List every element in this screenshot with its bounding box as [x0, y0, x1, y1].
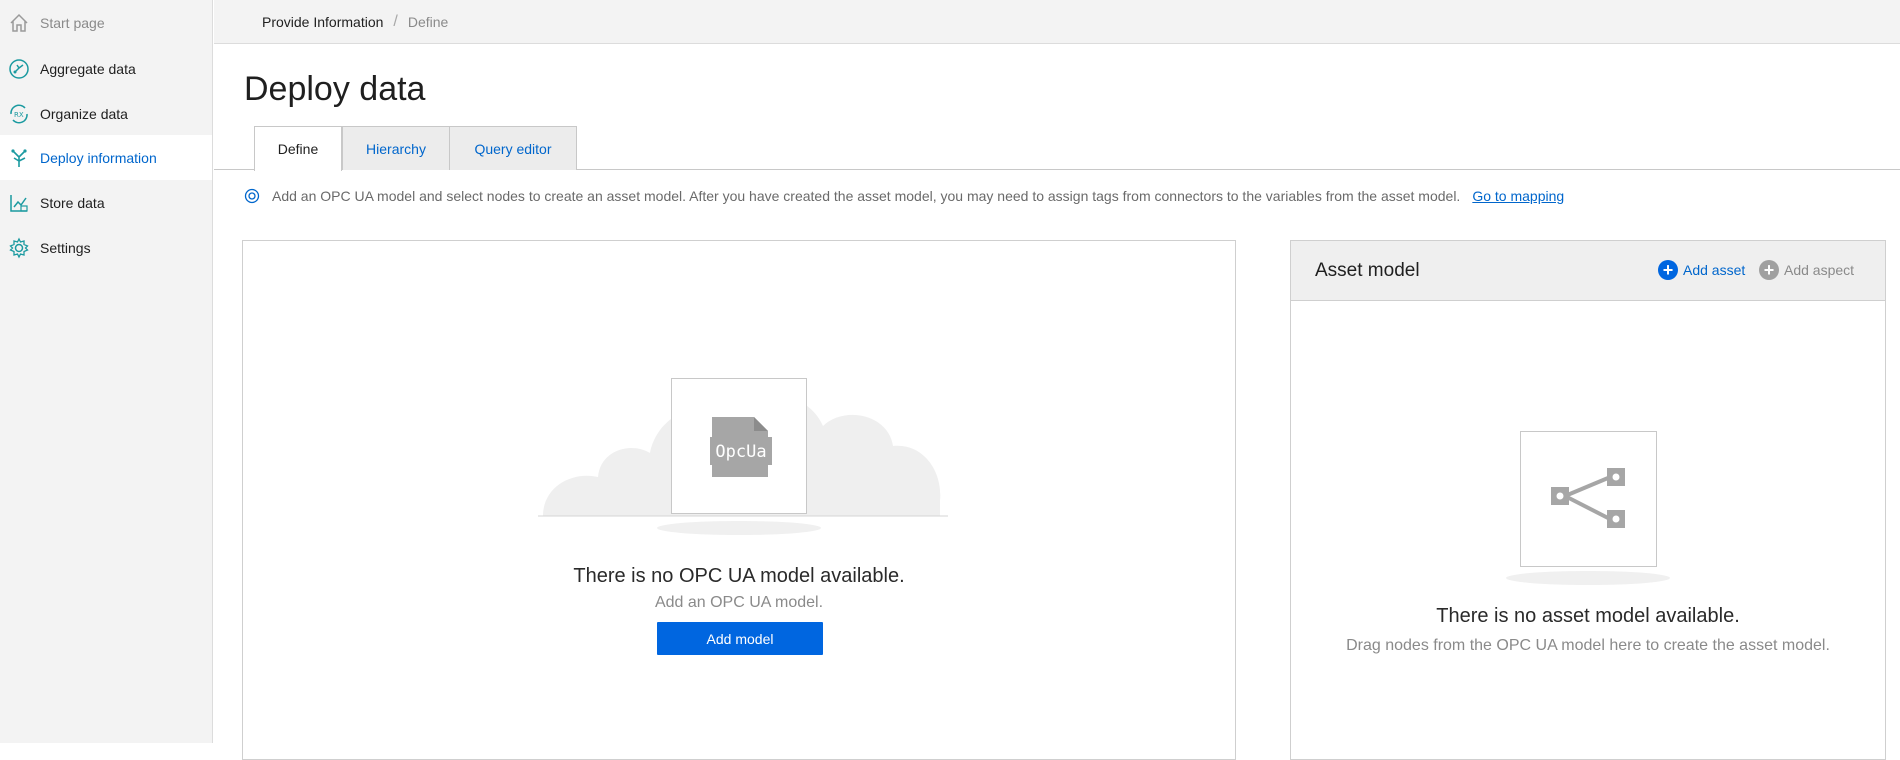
go-to-mapping-link[interactable]: Go to mapping: [1472, 188, 1564, 204]
sidebar-item-label: Deploy information: [40, 149, 157, 166]
opcua-icon-label: OpcUa: [715, 442, 766, 462]
sidebar-item-label: Settings: [40, 239, 91, 256]
info-message: Add an OPC UA model and select nodes to …: [244, 188, 1564, 204]
sidebar: Start page Aggregate data RX Organize da…: [0, 0, 213, 743]
add-aspect-label: Add aspect: [1784, 262, 1855, 278]
aggregate-data-icon: [7, 57, 31, 81]
add-asset-label: Add asset: [1683, 262, 1746, 278]
svg-text:RX: RX: [14, 111, 24, 119]
sidebar-item-settings[interactable]: Settings: [0, 225, 212, 270]
breadcrumb-separator: /: [393, 12, 398, 30]
breadcrumb-current: Define: [407, 13, 449, 30]
hierarchy-nodes-icon: [1551, 468, 1625, 528]
opc-ua-placeholder-image: OpcUa: [671, 378, 807, 514]
image-shadow: [1506, 571, 1670, 585]
plus-icon: +: [1759, 260, 1779, 280]
sidebar-item-organize-data[interactable]: RX Organize data: [0, 91, 212, 136]
empty-state-subtitle: Add an OPC UA model.: [654, 594, 824, 611]
opc-ua-model-panel: OpcUa There is no OPC UA model available…: [242, 240, 1236, 760]
organize-data-icon: RX: [7, 102, 31, 126]
sidebar-item-aggregate-data[interactable]: Aggregate data: [0, 46, 212, 91]
page-title: Deploy data: [244, 70, 426, 108]
empty-state-title: There is no OPC UA model available.: [573, 565, 905, 587]
empty-state-subtitle: Drag nodes from the OPC UA model here to…: [1346, 637, 1830, 654]
sidebar-item-label: Start page: [40, 14, 105, 31]
plus-icon: +: [1658, 260, 1678, 280]
empty-state-title: There is no asset model available.: [1436, 605, 1740, 627]
sidebar-item-deploy-information[interactable]: Deploy information: [0, 135, 212, 180]
asset-model-title: Asset model: [1315, 259, 1420, 281]
sidebar-item-label: Aggregate data: [40, 60, 136, 77]
add-aspect-button[interactable]: + Add aspect: [1759, 260, 1854, 280]
tab-define[interactable]: Define: [254, 126, 342, 171]
opcua-file-icon: OpcUa: [710, 417, 772, 477]
info-icon: [244, 188, 260, 204]
asset-model-header: Asset model + Add asset + Add aspect: [1291, 241, 1885, 301]
store-data-icon: [7, 191, 31, 215]
add-asset-button[interactable]: + Add asset: [1658, 260, 1745, 280]
deploy-information-icon: [7, 146, 31, 170]
gear-icon: [7, 236, 31, 260]
asset-model-panel: Asset model + Add asset + Add aspect The…: [1290, 240, 1886, 760]
tab-hierarchy[interactable]: Hierarchy: [342, 126, 450, 170]
image-shadow: [657, 521, 821, 535]
sidebar-item-store-data[interactable]: Store data: [0, 180, 212, 225]
add-model-button[interactable]: Add model: [657, 622, 823, 655]
breadcrumb-parent[interactable]: Provide Information: [262, 14, 383, 30]
home-icon: [7, 11, 31, 35]
tab-bar: Define Hierarchy Query editor: [214, 126, 1900, 171]
info-text: Add an OPC UA model and select nodes to …: [272, 188, 1461, 204]
breadcrumb: Provide Information / Define: [214, 0, 1900, 44]
tab-query-editor[interactable]: Query editor: [449, 126, 577, 170]
asset-model-placeholder-image: [1520, 431, 1657, 567]
sidebar-item-label: Organize data: [40, 105, 128, 122]
sidebar-item-label: Store data: [40, 194, 105, 211]
sidebar-item-start-page[interactable]: Start page: [0, 0, 212, 45]
